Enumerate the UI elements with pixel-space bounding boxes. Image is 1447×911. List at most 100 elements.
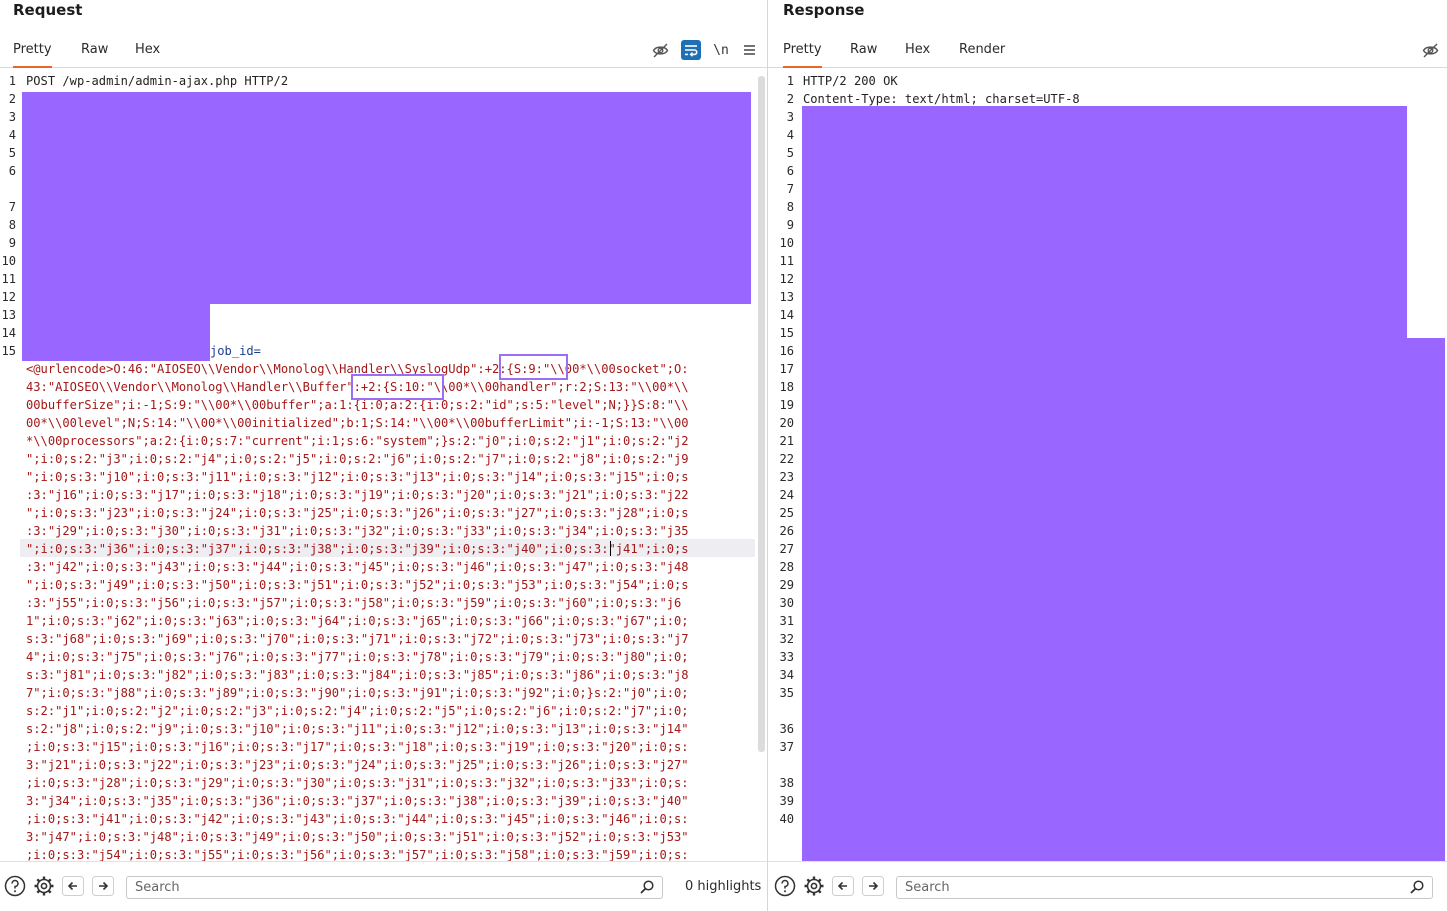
response-editor[interactable]: 1 2 3 4 5 6 7 8 9 10 11 12 13 14 15 16 17 18 19 20 21 22 23 24 2… bbox=[768, 72, 1447, 861]
payload-line: ;i:0;s:3:"j28";i:0;s:3:"j29";i:0;s:3:"j3… bbox=[26, 776, 689, 790]
response-tabs: Pretty Raw Hex Render bbox=[768, 38, 1447, 68]
line-number: 9 bbox=[786, 218, 794, 232]
line-number: 40 bbox=[779, 812, 794, 826]
payload-line: s:3:"j81";i:0;s:3:"j82";i:0;s:3:"j83";i:… bbox=[26, 668, 689, 682]
menu-icon[interactable] bbox=[739, 40, 759, 60]
tab-hex[interactable]: Hex bbox=[135, 40, 160, 68]
line-number: 20 bbox=[779, 416, 794, 430]
request-line: POST /wp-admin/admin-ajax.php HTTP/2 bbox=[26, 74, 289, 88]
line-number: 14 bbox=[779, 308, 794, 322]
line-number: 1 bbox=[8, 74, 16, 88]
line-number: 1 bbox=[786, 74, 794, 88]
payload-line: :3:"j55";i:0;s:3:"j56";i:0;s:3:"j57";i:0… bbox=[26, 596, 682, 610]
help-icon[interactable] bbox=[774, 875, 796, 901]
payload-line: 7";i:0;s:3:"j88";i:0;s:3:"j89";i:0;s:3:"… bbox=[26, 686, 689, 700]
line-number: 2 bbox=[786, 92, 794, 106]
tab-hex[interactable]: Hex bbox=[905, 40, 930, 68]
payload-line: s:2:"j8";i:0;s:2:"j9";i:0;s:3:"j10";i:0;… bbox=[26, 722, 689, 736]
line-number: 23 bbox=[779, 470, 794, 484]
payload-line: ";i:0;s:3:"j49";i:0;s:3:"j50";i:0;s:3:"j… bbox=[26, 578, 689, 592]
line-number: 13 bbox=[779, 290, 794, 304]
word-wrap-icon[interactable] bbox=[681, 40, 701, 60]
redacted-block bbox=[802, 338, 1445, 861]
line-number: 10 bbox=[779, 236, 794, 250]
line-number: 33 bbox=[779, 650, 794, 664]
param-name: job_id= bbox=[210, 344, 261, 358]
line-number: 24 bbox=[779, 488, 794, 502]
tab-raw[interactable]: Raw bbox=[850, 40, 877, 68]
line-number: 4 bbox=[8, 128, 16, 142]
line-number: 32 bbox=[779, 632, 794, 646]
line-number: 29 bbox=[779, 578, 794, 592]
payload-line: :3:"j29";i:0;s:3:"j30";i:0;s:3:"j31";i:0… bbox=[26, 524, 689, 538]
payload-line: 4";i:0;s:3:"j75";i:0;s:3:"j76";i:0;s:3:"… bbox=[26, 650, 689, 664]
forward-arrow-icon[interactable] bbox=[92, 876, 114, 900]
line-number: 26 bbox=[779, 524, 794, 538]
tab-pretty[interactable]: Pretty bbox=[783, 40, 822, 68]
payload-line: ;i:0;s:3:"j41";i:0;s:3:"j42";i:0;s:3:"j4… bbox=[26, 812, 689, 826]
request-search-input[interactable]: Search bbox=[126, 876, 663, 899]
line-number: 25 bbox=[779, 506, 794, 520]
payload-line: :3:"j16";i:0;s:3:"j17";i:0;s:3:"j18";i:0… bbox=[26, 488, 689, 502]
line-number: 14 bbox=[1, 326, 16, 340]
line-number: 8 bbox=[786, 200, 794, 214]
tab-render[interactable]: Render bbox=[959, 40, 1005, 68]
payload-line: ;i:0;s:3:"j15";i:0;s:3:"j16";i:0;s:3:"j1… bbox=[26, 740, 689, 754]
payload-line: 1";i:0;s:3:"j62";i:0;s:3:"j63";i:0;s:3:"… bbox=[26, 614, 689, 628]
redacted-block bbox=[22, 304, 210, 361]
request-tabs: Pretty Raw Hex \n bbox=[0, 38, 767, 68]
line-number: 6 bbox=[786, 164, 794, 178]
text-caret bbox=[610, 541, 611, 556]
line-number: 36 bbox=[779, 722, 794, 736]
line-number: 13 bbox=[1, 308, 16, 322]
search-icon bbox=[1410, 880, 1424, 901]
highlights-count: 0 highlights bbox=[685, 879, 762, 894]
gear-icon[interactable] bbox=[33, 875, 55, 901]
back-arrow-icon[interactable] bbox=[832, 876, 854, 900]
payload-line: 3:"j34";i:0;s:3:"j35";i:0;s:3:"j36";i:0;… bbox=[26, 794, 689, 808]
line-number: 4 bbox=[786, 128, 794, 142]
line-number: 10 bbox=[1, 254, 16, 268]
tab-pretty[interactable]: Pretty bbox=[13, 40, 52, 68]
payload-line: 3:"j21";i:0;s:3:"j22";i:0;s:3:"j23";i:0;… bbox=[26, 758, 689, 772]
search-icon bbox=[640, 880, 654, 901]
line-number: 2 bbox=[8, 92, 16, 106]
help-icon[interactable] bbox=[4, 875, 26, 901]
payload-line: :3:"j42";i:0;s:3:"j43";i:0;s:3:"j44";i:0… bbox=[26, 560, 689, 574]
tab-raw[interactable]: Raw bbox=[81, 40, 108, 68]
line-number: 5 bbox=[8, 146, 16, 160]
hide-icon[interactable] bbox=[1420, 40, 1440, 60]
payload-line: ";i:0;s:3:"j23";i:0;s:3:"j24";i:0;s:3:"j… bbox=[26, 506, 689, 520]
gear-icon[interactable] bbox=[803, 875, 825, 901]
line-number: 39 bbox=[779, 794, 794, 808]
back-arrow-icon[interactable] bbox=[62, 876, 84, 900]
line-number: 6 bbox=[8, 164, 16, 178]
forward-arrow-icon[interactable] bbox=[862, 876, 884, 900]
newline-icon[interactable]: \n bbox=[711, 40, 731, 60]
line-number: 15 bbox=[1, 344, 16, 358]
payload-line: *\\00processors";a:2:{i:0;s:7:"current";… bbox=[26, 434, 689, 448]
line-number: 35 bbox=[779, 686, 794, 700]
request-editor[interactable]: 1 2 3 4 5 6 7 8 9 10 11 12 13 14 15 POST /wp-admin/adm… bbox=[0, 72, 767, 861]
line-number: 18 bbox=[779, 380, 794, 394]
line-number: 8 bbox=[8, 218, 16, 232]
search-placeholder: Search bbox=[905, 880, 950, 895]
line-number: 31 bbox=[779, 614, 794, 628]
status-line: HTTP/2 200 OK bbox=[803, 74, 898, 88]
hide-icon[interactable] bbox=[650, 40, 670, 60]
line-number: 37 bbox=[779, 740, 794, 754]
line-number: 30 bbox=[779, 596, 794, 610]
line-number: 3 bbox=[8, 110, 16, 124]
line-number: 16 bbox=[779, 344, 794, 358]
line-number: 34 bbox=[779, 668, 794, 682]
line-number: 28 bbox=[779, 560, 794, 574]
request-title: Request bbox=[13, 1, 83, 19]
request-panel: Request Pretty Raw Hex \n 1 2 3 4 5 6 7 8 9 10 11 1… bbox=[0, 0, 767, 911]
payload-line: s:3:"j68";i:0;s:3:"j69";i:0;s:3:"j70";i:… bbox=[26, 632, 689, 646]
request-scrollbar[interactable] bbox=[758, 76, 765, 752]
line-number: 11 bbox=[779, 254, 794, 268]
redacted-block bbox=[22, 92, 751, 304]
line-number: 3 bbox=[786, 110, 794, 124]
response-search-input[interactable]: Search bbox=[896, 876, 1433, 899]
response-panel: Response Pretty Raw Hex Render 123456789… bbox=[768, 0, 1447, 911]
